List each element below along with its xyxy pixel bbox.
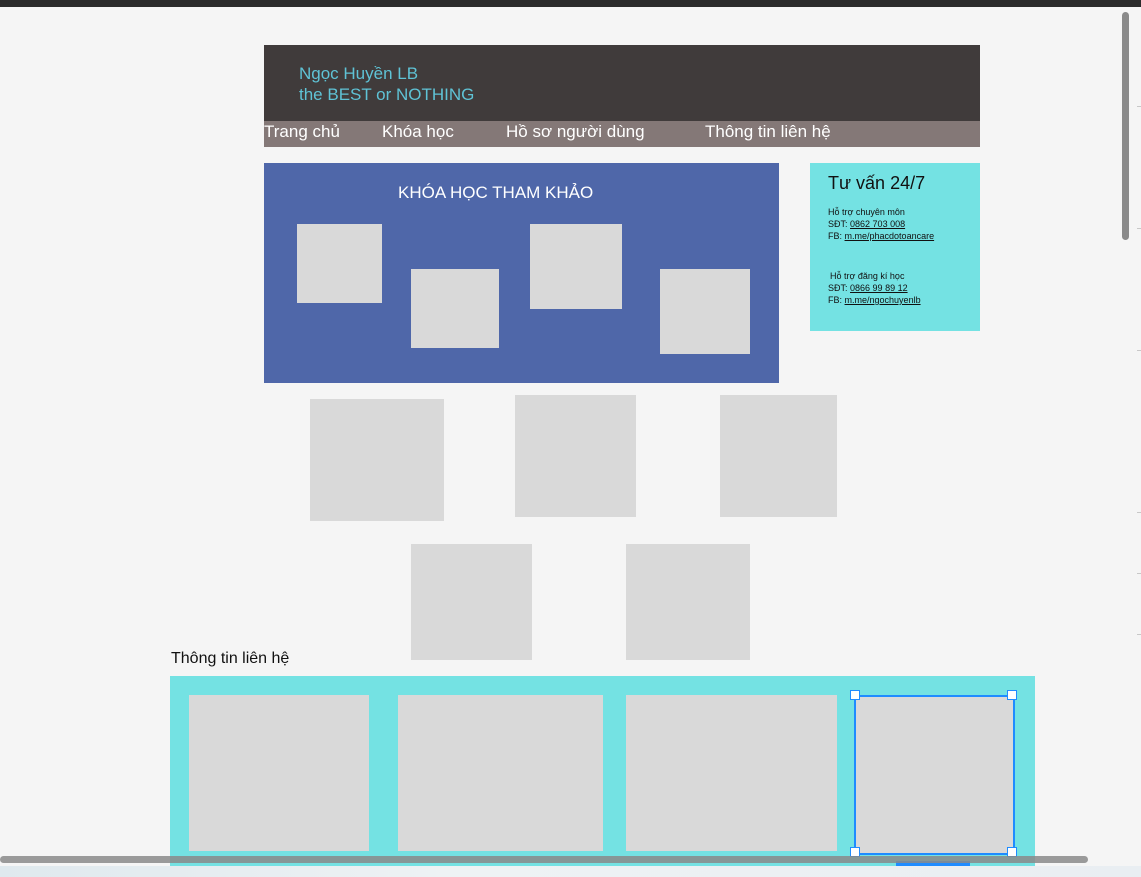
nav-item-courses[interactable]: Khóa học xyxy=(382,121,454,143)
support-fb-row: FB: m.me/phacdotoancare xyxy=(828,230,934,242)
bottom-strip xyxy=(0,866,1141,877)
ruler-tick xyxy=(1137,634,1141,635)
fb-link[interactable]: m.me/phacdotoancare xyxy=(845,231,935,241)
phone-label: SĐT: xyxy=(828,283,848,293)
nav-bar: Trang chủ Khóa học Hồ sơ người dùng Thôn… xyxy=(264,121,980,147)
vertical-scrollbar[interactable] xyxy=(1122,12,1129,240)
resize-handle[interactable] xyxy=(850,690,860,700)
support-fb-row: FB: m.me/ngochuyenlb xyxy=(828,294,921,306)
course-card-placeholder[interactable] xyxy=(411,544,532,660)
course-card-placeholder[interactable] xyxy=(515,395,636,517)
contact-card[interactable] xyxy=(398,695,603,851)
resize-handle[interactable] xyxy=(1007,690,1017,700)
phone-number[interactable]: 0862 703 008 xyxy=(850,219,905,229)
ruler-tick xyxy=(1137,350,1141,351)
fb-label: FB: xyxy=(828,231,843,241)
phone-label: SĐT: xyxy=(828,219,848,229)
fb-label: FB: xyxy=(828,295,843,305)
brand-slogan: the BEST or NOTHING xyxy=(299,85,475,104)
nav-item-home[interactable]: Trang chủ xyxy=(264,121,340,143)
nav-item-contact[interactable]: Thông tin liên hệ xyxy=(705,121,831,143)
course-thumbnail[interactable] xyxy=(411,269,499,348)
course-thumbnail[interactable] xyxy=(530,224,622,309)
support-heading: Hỗ trợ đăng kí học xyxy=(830,271,905,281)
selection-frame[interactable] xyxy=(854,695,1015,855)
contact-card[interactable] xyxy=(626,695,837,851)
course-thumbnail[interactable] xyxy=(297,224,382,303)
contact-card[interactable] xyxy=(189,695,369,851)
brand-name: Ngọc Huyền LB xyxy=(299,64,419,83)
brand-text: Ngọc Huyền LB the BEST or NOTHING xyxy=(299,63,474,105)
support-phone-row: SĐT: 0866 99 89 12 xyxy=(828,282,908,294)
contact-section-title: Thông tin liên hệ xyxy=(171,650,290,667)
course-card-placeholder[interactable] xyxy=(720,395,837,517)
ruler-tick xyxy=(1137,573,1141,574)
horizontal-scrollbar[interactable] xyxy=(0,856,1088,863)
ruler-tick xyxy=(1137,512,1141,513)
nav-item-profile[interactable]: Hồ sơ người dùng xyxy=(506,121,645,143)
ruler-tick xyxy=(1137,228,1141,229)
support-heading: Hỗ trợ chuyên môn xyxy=(828,207,905,217)
ruler-tick xyxy=(1137,106,1141,107)
support-title: Tư vấn 24/7 xyxy=(828,173,926,193)
course-card-placeholder[interactable] xyxy=(310,399,444,521)
phone-number[interactable]: 0866 99 89 12 xyxy=(850,283,908,293)
course-card-placeholder[interactable] xyxy=(626,544,750,660)
support-phone-row: SĐT: 0862 703 008 xyxy=(828,218,905,230)
course-thumbnail[interactable] xyxy=(660,269,750,354)
fb-link[interactable]: m.me/ngochuyenlb xyxy=(845,295,921,305)
courses-panel-title: KHÓA HỌC THAM KHẢO xyxy=(398,183,594,202)
app-top-bar xyxy=(0,0,1141,7)
